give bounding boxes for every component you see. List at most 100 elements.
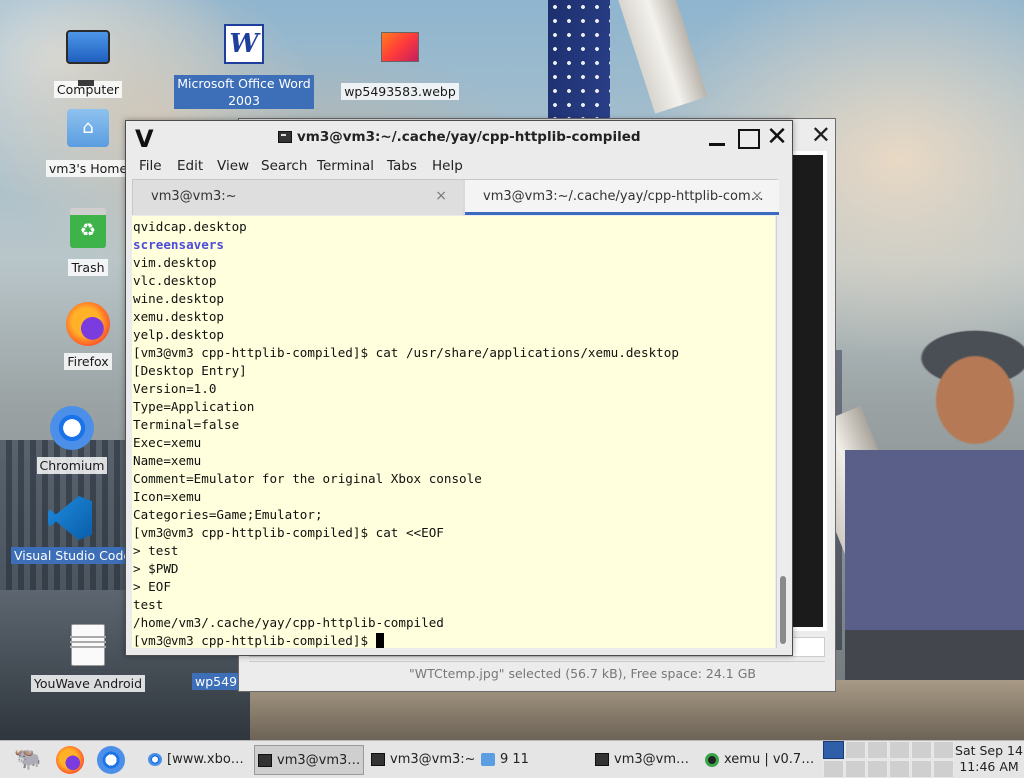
task-label: vm3@vm3… <box>277 753 361 768</box>
taskbar-task-xemu[interactable]: xemu | v0.7… <box>702 745 814 775</box>
workspace-4[interactable] <box>889 741 910 759</box>
folder-icon <box>481 753 495 766</box>
menu-search[interactable]: Search <box>261 158 307 174</box>
terminal-line: wine.desktop <box>133 291 224 306</box>
menu-edit[interactable]: Edit <box>177 158 203 174</box>
desktop-icon-label: Firefox <box>64 353 112 370</box>
desktop-icon-firefox[interactable]: Firefox <box>38 302 138 370</box>
task-label: 9 11 <box>500 752 529 767</box>
terminal-line: Exec=xemu <box>133 435 202 450</box>
workspace-12[interactable] <box>933 760 954 778</box>
vscode-icon <box>46 496 94 544</box>
xemu-icon <box>705 753 719 767</box>
file-manager-close-button[interactable]: ✕ <box>811 121 831 149</box>
workspace-8[interactable] <box>845 760 866 778</box>
workspace-9[interactable] <box>867 760 888 778</box>
desktop-icon-label: vm3's Home <box>45 160 131 177</box>
menu-tabs[interactable]: Tabs <box>387 158 417 174</box>
terminal-line: screensavers <box>133 237 224 252</box>
menu-bar: File Edit View Search Terminal Tabs Help <box>126 155 792 177</box>
menu-help[interactable]: Help <box>432 158 463 174</box>
chromium-icon[interactable] <box>97 746 125 774</box>
terminal-window[interactable]: V vm3@vm3:~/.cache/yay/cpp-httplib-compi… <box>125 120 793 656</box>
workspace-6[interactable] <box>933 741 954 759</box>
terminal-scrollbar[interactable] <box>776 216 788 648</box>
terminal-line: Name=xemu <box>133 453 202 468</box>
terminal-line: > EOF <box>133 579 171 594</box>
terminal-line: /home/vm3/.cache/yay/cpp-httplib-compile… <box>133 615 444 630</box>
workspace-2[interactable] <box>845 741 866 759</box>
tab-label: vm3@vm3:~/.cache/yay/cpp-httplib-com… <box>483 189 764 204</box>
menu-view[interactable]: View <box>217 158 249 174</box>
terminal-icon <box>371 753 385 766</box>
desktop-icon-computer[interactable]: Computer <box>38 24 138 98</box>
terminal-titlebar[interactable]: V vm3@vm3:~/.cache/yay/cpp-httplib-compi… <box>126 121 792 155</box>
workspace-pager[interactable] <box>823 741 954 779</box>
desktop-icon-home[interactable]: vm3's Home <box>38 104 138 177</box>
terminal-line: xemu.desktop <box>133 309 224 324</box>
tab-close-icon[interactable]: × <box>751 180 763 213</box>
desktop-icon-vscode[interactable]: Visual Studio Code <box>10 496 130 568</box>
workspace-10[interactable] <box>889 760 910 778</box>
home-folder-icon <box>64 109 112 157</box>
close-button[interactable]: ✕ <box>764 124 790 151</box>
taskbar-task-terminal-home[interactable]: vm3@vm3:~ <box>368 745 474 775</box>
workspace-5[interactable] <box>911 741 932 759</box>
taskbar-task-terminal-active[interactable]: vm3@vm3… <box>254 745 364 775</box>
trash-icon <box>64 208 112 256</box>
desktop-icon-chromium[interactable]: Chromium <box>22 406 122 474</box>
task-label: xemu | v0.7… <box>724 752 814 767</box>
desktop-icon-label: wp5493583.webp <box>341 83 459 100</box>
tab-home[interactable]: vm3@vm3:~ × <box>133 180 463 215</box>
terminal-line: [vm3@vm3 cpp-httplib-compiled]$ <box>133 632 775 648</box>
tab-close-icon[interactable]: × <box>435 180 447 213</box>
terminal-output[interactable]: qvidcap.desktop screensavers vim.desktop vl… <box>132 216 775 648</box>
terminal-line: > test <box>133 543 179 558</box>
desktop-icon-trash[interactable]: Trash <box>38 204 138 276</box>
minimize-button[interactable] <box>704 125 730 151</box>
terminal-line: Version=1.0 <box>133 381 217 396</box>
gnu-icon[interactable]: 🐃 <box>14 746 42 774</box>
task-label: [www.xbo… <box>167 752 244 767</box>
terminal-line: yelp.desktop <box>133 327 224 342</box>
clock-time: 11:46 AM <box>959 759 1019 774</box>
desktop-icon-label: YouWave Android <box>30 675 146 692</box>
terminal-icon <box>595 753 609 766</box>
wallpaper-flag <box>548 0 610 128</box>
firefox-icon[interactable] <box>56 746 84 774</box>
desktop-icon-webp[interactable]: wp5493583.webp <box>340 24 460 100</box>
taskbar-task-terminal-3[interactable]: vm3@vm… <box>592 745 696 775</box>
clock-date: Sat Sep 14 <box>955 743 1023 758</box>
taskbar-task-folder[interactable]: 9 11 <box>478 745 584 775</box>
word-icon: W <box>220 24 268 72</box>
desktop-icon-label: Visual Studio Code <box>11 547 129 564</box>
workspace-7[interactable] <box>823 760 844 778</box>
taskbar-task-browser[interactable]: [www.xbo… <box>145 745 251 775</box>
desktop-icon-word[interactable]: W Microsoft Office Word 2003 <box>170 24 318 109</box>
clock[interactable]: Sat Sep 14 11:46 AM <box>954 743 1024 775</box>
tab-cpp-httplib[interactable]: vm3@vm3:~/.cache/yay/cpp-httplib-com… × <box>465 180 779 215</box>
document-icon <box>64 624 112 672</box>
tab-bar: vm3@vm3:~ × vm3@vm3:~/.cache/yay/cpp-htt… <box>132 179 779 215</box>
terminal-line: Icon=xemu <box>133 489 202 504</box>
tab-label: vm3@vm3:~ <box>151 189 237 204</box>
wallpaper-flagpole <box>615 0 708 114</box>
maximize-button[interactable] <box>734 125 760 151</box>
terminal-icon <box>258 754 272 767</box>
chromium-icon <box>48 406 96 454</box>
app-logo-icon[interactable]: V <box>135 125 154 153</box>
terminal-line: [vm3@vm3 cpp-httplib-compiled]$ cat <<EO… <box>133 525 444 540</box>
terminal-line: test <box>133 597 164 612</box>
workspace-11[interactable] <box>911 760 932 778</box>
desktop-icon-label: Chromium <box>36 457 108 474</box>
terminal-icon <box>278 131 292 143</box>
menu-file[interactable]: File <box>139 158 162 174</box>
firefox-icon <box>64 302 112 350</box>
computer-icon <box>64 30 112 78</box>
terminal-cursor <box>375 633 384 648</box>
scrollbar-thumb[interactable] <box>780 576 786 644</box>
menu-terminal[interactable]: Terminal <box>317 158 374 174</box>
workspace-3[interactable] <box>867 741 888 759</box>
workspace-1[interactable] <box>823 741 844 759</box>
terminal-line: > $PWD <box>133 561 179 576</box>
